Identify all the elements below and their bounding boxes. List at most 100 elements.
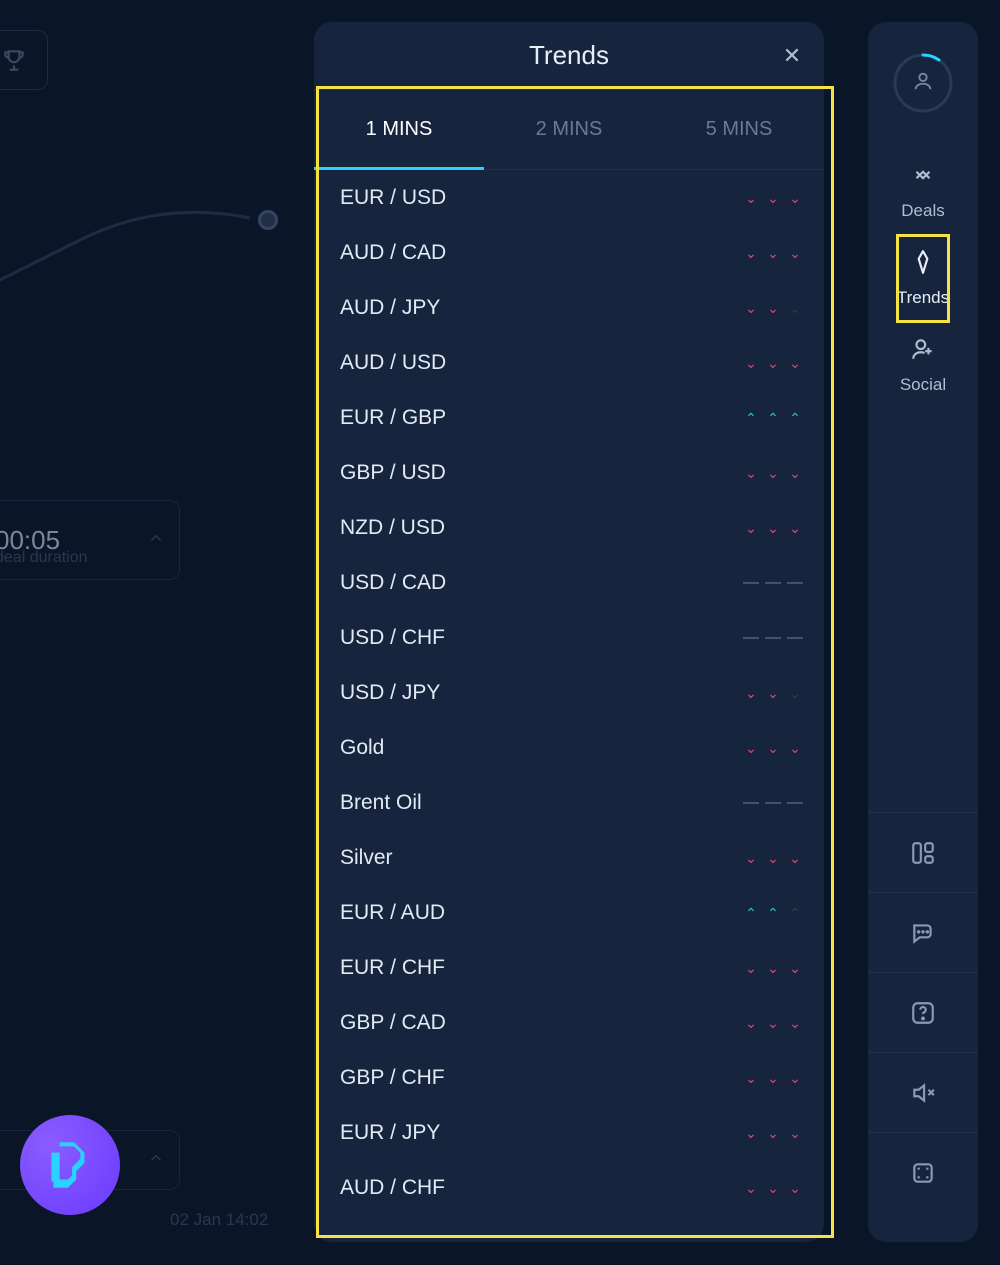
trend-row[interactable]: Gold⌄⌄⌄ bbox=[314, 720, 824, 775]
trend-down-icon: ⌄ bbox=[788, 1071, 802, 1085]
layout-button[interactable] bbox=[868, 812, 978, 892]
chevron-up-icon bbox=[147, 1149, 165, 1172]
sidebar-item-label: Trends bbox=[897, 288, 949, 308]
trend-down-faded-icon: ⌄ bbox=[788, 301, 802, 315]
timeline-date: 02 Jan 14:02 bbox=[170, 1210, 268, 1230]
trend-indicators: ⌄⌄⌄ bbox=[744, 851, 802, 865]
help-button[interactable] bbox=[868, 972, 978, 1052]
trend-row[interactable]: USD / CAD——— bbox=[314, 555, 824, 610]
background-chart bbox=[0, 120, 320, 340]
timeframe-tabs: 1 MINS2 MINS5 MINS bbox=[314, 90, 824, 170]
trend-flat-icon: — bbox=[788, 630, 802, 646]
trends-list[interactable]: EUR / USD⌄⌄⌄AUD / CAD⌄⌄⌄AUD / JPY⌄⌄⌄AUD … bbox=[314, 170, 824, 1242]
trend-row[interactable]: Brent Oil——— bbox=[314, 775, 824, 830]
trend-down-icon: ⌄ bbox=[744, 851, 758, 865]
pair-label: AUD / CAD bbox=[340, 241, 744, 265]
trend-row[interactable]: GBP / CAD⌄⌄⌄ bbox=[314, 995, 824, 1050]
pair-label: USD / CAD bbox=[340, 571, 744, 595]
trend-row[interactable]: AUD / JPY⌄⌄⌄ bbox=[314, 280, 824, 335]
mute-button[interactable] bbox=[868, 1052, 978, 1132]
pair-label: EUR / AUD bbox=[340, 901, 744, 925]
trend-down-icon: ⌄ bbox=[766, 1126, 780, 1140]
trend-flat-icon: — bbox=[744, 575, 758, 591]
trend-flat-icon: — bbox=[766, 630, 780, 646]
deal-duration-label: deal duration bbox=[0, 549, 88, 567]
trend-row[interactable]: GBP / USD⌄⌄⌄ bbox=[314, 445, 824, 500]
trend-indicators: ⌄ ⌄ ⌄ bbox=[744, 301, 802, 315]
trend-indicators: ⌄⌄⌄ bbox=[744, 521, 802, 535]
deal-duration-selector[interactable]: 00:05 deal duration bbox=[0, 500, 180, 580]
pair-label: Silver bbox=[340, 846, 744, 870]
trend-row[interactable]: AUD / CHF⌄⌄⌄ bbox=[314, 1160, 824, 1215]
pair-label: EUR / JPY bbox=[340, 1121, 744, 1145]
pair-label: AUD / CHF bbox=[340, 1176, 744, 1200]
trend-flat-icon: — bbox=[744, 795, 758, 811]
trend-indicators: ——— bbox=[744, 795, 802, 811]
trend-down-icon: ⌄ bbox=[788, 961, 802, 975]
trend-flat-icon: — bbox=[788, 575, 802, 591]
trophy-button[interactable] bbox=[0, 30, 48, 90]
trend-row[interactable]: Silver⌄⌄⌄ bbox=[314, 830, 824, 885]
pair-label: AUD / JPY bbox=[340, 296, 744, 320]
sidebar-item-label: Social bbox=[900, 375, 946, 395]
trend-row[interactable]: AUD / USD⌄⌄⌄ bbox=[314, 335, 824, 390]
trend-down-icon: ⌄ bbox=[788, 191, 802, 205]
trophy-icon bbox=[1, 47, 27, 73]
trends-icon bbox=[910, 249, 936, 280]
trend-down-icon: ⌄ bbox=[766, 301, 780, 315]
trend-down-icon: ⌄ bbox=[744, 1126, 758, 1140]
pair-label: Brent Oil bbox=[340, 791, 744, 815]
chat-button[interactable] bbox=[868, 892, 978, 972]
trend-down-icon: ⌄ bbox=[744, 1181, 758, 1195]
sidebar-item-social[interactable]: Social bbox=[897, 322, 949, 409]
trend-down-icon: ⌄ bbox=[766, 1071, 780, 1085]
trend-indicators: ⌄⌄⌄ bbox=[744, 1071, 802, 1085]
trend-row[interactable]: EUR / CHF⌄⌄⌄ bbox=[314, 940, 824, 995]
pair-label: USD / JPY bbox=[340, 681, 744, 705]
trend-up-icon: ⌃ bbox=[766, 411, 780, 425]
trend-row[interactable]: AUD / CAD⌄⌄⌄ bbox=[314, 225, 824, 280]
trend-down-icon: ⌄ bbox=[766, 1181, 780, 1195]
trend-down-icon: ⌄ bbox=[766, 686, 780, 700]
tab-1mins[interactable]: 1 MINS bbox=[314, 90, 484, 169]
trend-indicators: ⌄⌄⌄ bbox=[744, 741, 802, 755]
trend-row[interactable]: GBP / CHF⌄⌄⌄ bbox=[314, 1050, 824, 1105]
trend-up-icon: ⌃ bbox=[766, 906, 780, 920]
tab-5mins[interactable]: 5 MINS bbox=[654, 90, 824, 169]
brand-logo[interactable] bbox=[20, 1115, 120, 1215]
trend-indicators: ⌄⌄⌄ bbox=[744, 686, 802, 700]
trend-row[interactable]: USD / JPY⌄⌄⌄ bbox=[314, 665, 824, 720]
fullscreen-button[interactable] bbox=[868, 1132, 978, 1212]
profile-button[interactable] bbox=[892, 52, 954, 114]
close-icon: ✕ bbox=[783, 43, 801, 69]
trend-row[interactable]: EUR / AUD⌃⌃⌃ bbox=[314, 885, 824, 940]
sidebar-item-deals[interactable]: Deals bbox=[897, 148, 949, 235]
trend-down-icon: ⌄ bbox=[744, 741, 758, 755]
trend-row[interactable]: EUR / GBP⌃⌃⌃ bbox=[314, 390, 824, 445]
trend-indicators: ⌃⌃⌃ bbox=[744, 411, 802, 425]
fullscreen-icon bbox=[910, 1160, 936, 1186]
trend-down-icon: ⌄ bbox=[744, 191, 758, 205]
trend-down-icon: ⌄ bbox=[744, 301, 758, 315]
help-icon bbox=[910, 1000, 936, 1026]
close-button[interactable]: ✕ bbox=[776, 40, 808, 72]
pair-label: NZD / USD bbox=[340, 516, 744, 540]
trend-up-icon: ⌃ bbox=[788, 411, 802, 425]
trend-row[interactable]: USD / CHF——— bbox=[314, 610, 824, 665]
layout-icon bbox=[910, 840, 936, 866]
trend-down-icon: ⌄ bbox=[744, 961, 758, 975]
trend-row[interactable]: EUR / JPY⌄⌄⌄ bbox=[314, 1105, 824, 1160]
trend-row[interactable]: EUR / USD⌄⌄⌄ bbox=[314, 170, 824, 225]
trend-row[interactable]: NZD / USD⌄⌄⌄ bbox=[314, 500, 824, 555]
trend-down-icon: ⌄ bbox=[744, 521, 758, 535]
pair-label: GBP / CAD bbox=[340, 1011, 744, 1035]
trend-down-icon: ⌄ bbox=[766, 521, 780, 535]
trend-up-faded-icon: ⌃ bbox=[788, 906, 802, 920]
pair-label: EUR / GBP bbox=[340, 406, 744, 430]
trend-up-icon: ⌃ bbox=[744, 906, 758, 920]
sidebar-item-trends[interactable]: Trends bbox=[897, 235, 949, 322]
tab-2mins[interactable]: 2 MINS bbox=[484, 90, 654, 169]
trends-panel: Trends ✕ 1 MINS2 MINS5 MINS EUR / USD⌄⌄⌄… bbox=[314, 22, 824, 1242]
trend-indicators: ⌄⌄⌄ bbox=[744, 1126, 802, 1140]
trend-down-icon: ⌄ bbox=[788, 851, 802, 865]
